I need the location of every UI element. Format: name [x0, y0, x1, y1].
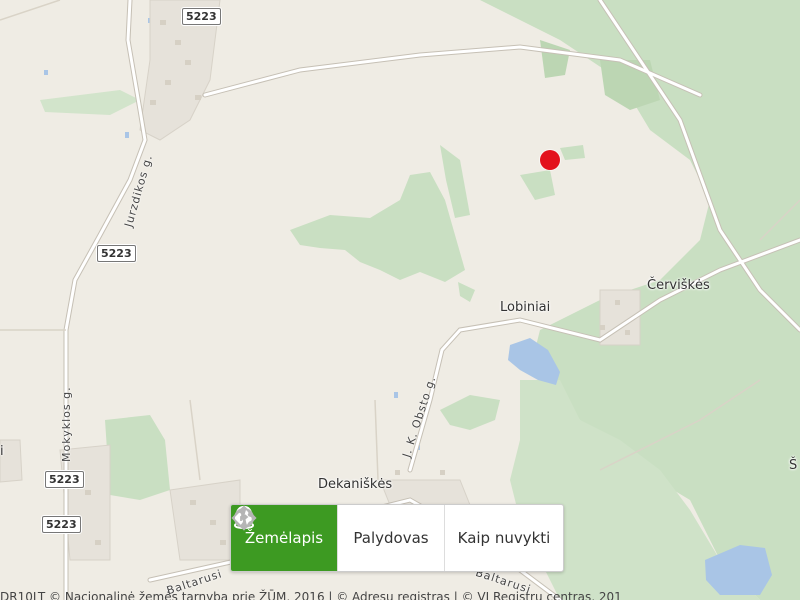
tab-satellite-label: Palydovas	[353, 529, 429, 547]
map-view-tabs: Žemėlapis Palydovas Kaip nuvykti	[230, 504, 564, 572]
street-label-mokyklos: Mokyklos g.	[60, 386, 73, 462]
map-attribution: DR10LT © Nacionalinė žemės tarnyba prie …	[0, 590, 622, 600]
directions-icon	[231, 505, 257, 531]
road-shield: 5223	[182, 8, 221, 25]
tab-satellite[interactable]: Palydovas	[234, 505, 445, 571]
place-label-partial: Š	[789, 458, 798, 473]
place-label-partial: i	[0, 444, 4, 459]
tab-directions[interactable]: Kaip nuvykti	[231, 505, 563, 571]
road-shield: 5223	[42, 516, 81, 533]
place-label-cerviskes: Červiškės	[647, 278, 710, 293]
tab-map-label: Žemėlapis	[244, 529, 324, 547]
map-canvas[interactable]: 5223 5223 5223 5223 Jurzdikos g. Mokyklo…	[0, 0, 800, 600]
location-marker[interactable]	[540, 150, 560, 170]
place-label-lobiniai: Lobiniai	[500, 300, 551, 315]
road-shield: 5223	[45, 471, 84, 488]
tab-directions-label: Kaip nuvykti	[457, 529, 551, 547]
place-label-dekaniskes: Dekaniškės	[318, 477, 393, 492]
road-shield: 5223	[97, 245, 136, 262]
